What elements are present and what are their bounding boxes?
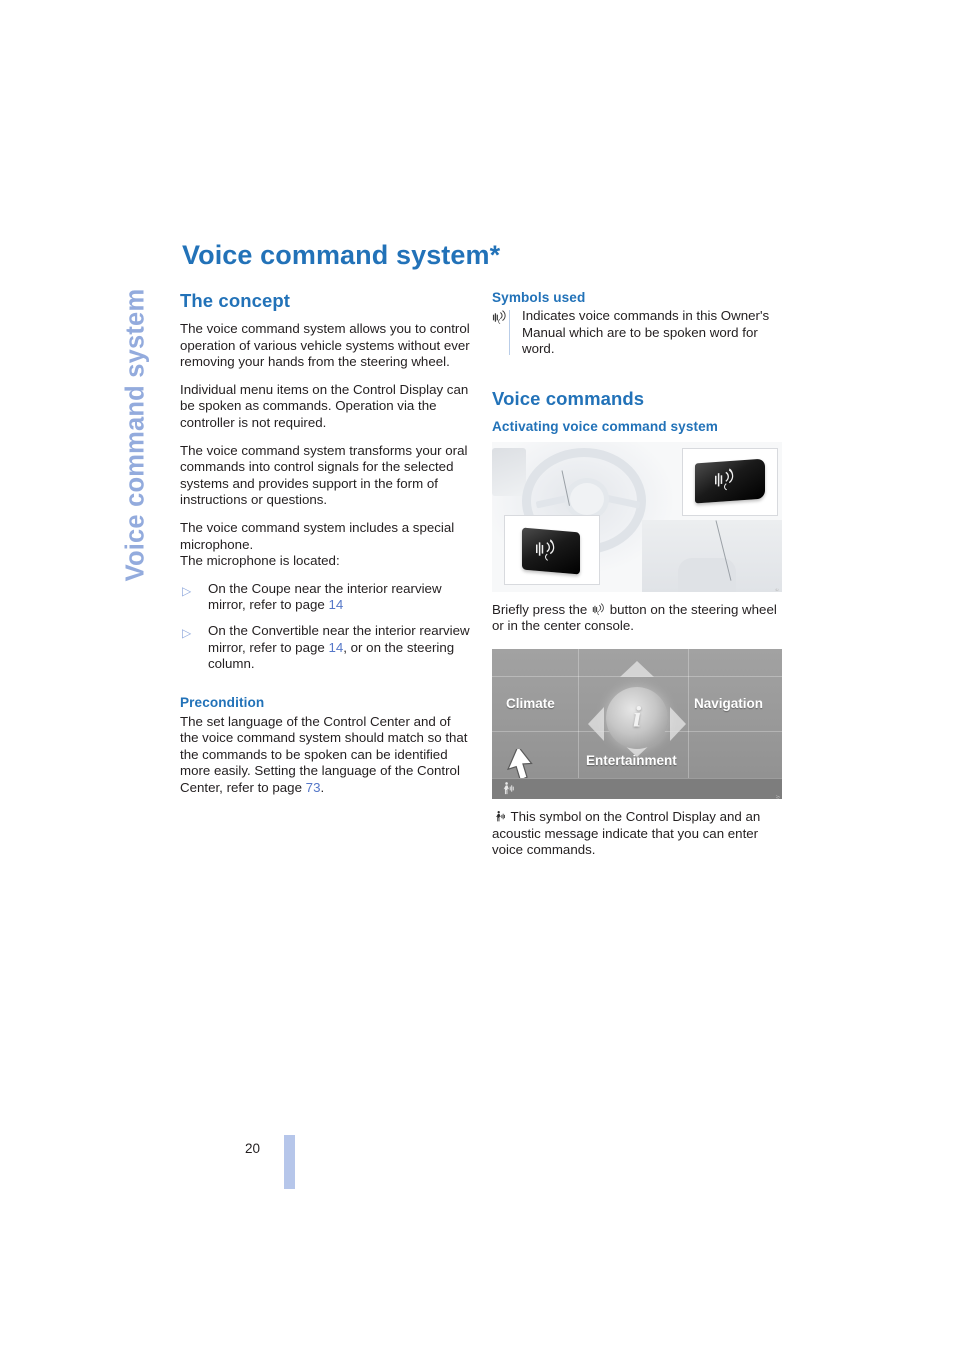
voice-command-button-glyph — [715, 468, 734, 491]
right-column: Symbols used Indicates voice commands in… — [492, 290, 782, 873]
paragraph-microphone-intro: The voice command system includes a spec… — [180, 519, 455, 552]
arrow-up-icon[interactable] — [620, 660, 654, 677]
list-item: ▷ On the Coupe near the interior rearvie… — [180, 581, 470, 614]
page-footer: 20 — [180, 1135, 380, 1215]
section-heading-the-concept: The concept — [180, 290, 291, 311]
menu-item-climate[interactable]: Climate — [506, 696, 555, 711]
note-vertical-rule — [509, 310, 511, 355]
paragraph-concept-1: The voice command system allows you to c… — [180, 321, 470, 370]
inset-voice-command-button-console — [682, 447, 778, 516]
page-reference-link[interactable]: 73 — [306, 780, 321, 795]
caption-press-button-before: Briefly press the — [492, 601, 592, 617]
grid-line — [688, 648, 689, 799]
caption-press-button: Briefly press the button on the steering… — [492, 602, 782, 635]
symbols-used-note: Indicates voice commands in this Owner's… — [492, 308, 782, 358]
symbols-used-text: Indicates voice commands in this Owner's… — [522, 308, 770, 357]
paragraph-precondition: The set language of the Control Center a… — [180, 714, 470, 797]
grid-line — [578, 648, 579, 799]
chapter-side-tab: Voice command system — [112, 270, 160, 600]
figure-credit: wap-steering-wheel-console — [775, 588, 781, 592]
voice-command-button-console[interactable] — [695, 458, 765, 504]
menu-item-navigation[interactable]: Navigation — [694, 696, 763, 711]
section-heading-precondition: Precondition — [180, 694, 265, 710]
steering-wheel-and-console-button-figure: wap-steering-wheel-console — [492, 441, 782, 592]
microphone-location-list: ▷ On the Coupe near the interior rearvie… — [180, 581, 470, 673]
info-i-glyph: i — [632, 700, 642, 734]
page-marker-bar — [284, 1135, 295, 1189]
page-reference-link[interactable]: 14 — [328, 640, 343, 655]
paragraph-concept-2: Individual menu items on the Control Dis… — [180, 381, 469, 430]
voice-command-button-glyph — [536, 539, 555, 561]
arrow-left-icon[interactable] — [588, 706, 604, 741]
triangle-bullet-icon: ▷ — [182, 583, 192, 598]
control-display-status-bar — [492, 777, 782, 799]
caption-control-display-note-text: This symbol on the Control Display and a… — [492, 808, 761, 858]
voice-active-icon — [493, 810, 506, 823]
list-item: ▷ On the Convertible near the interior r… — [180, 623, 470, 673]
page-number: 20 — [244, 1141, 260, 1156]
paragraph-precondition-tail: . — [320, 780, 325, 796]
paragraph-microphone-located: The microphone is located: — [180, 553, 340, 569]
menu-item-entertainment[interactable]: Entertainment — [586, 753, 677, 768]
section-heading-voice-commands: Voice commands — [492, 387, 645, 409]
list-item-text: On the Coupe near the interior rearview … — [208, 580, 442, 613]
page-reference-link[interactable]: 14 — [328, 597, 343, 612]
steering-wheel-hub — [565, 477, 609, 520]
voice-command-button-steering-wheel[interactable] — [522, 527, 580, 575]
voice-command-icon — [592, 603, 605, 616]
section-heading-symbols-used: Symbols used — [492, 290, 586, 305]
caption-control-display-note: This symbol on the Control Display and a… — [492, 809, 782, 859]
dashboard-vent — [492, 447, 526, 496]
arrow-right-icon[interactable] — [670, 706, 686, 741]
paragraph-concept-3: The voice command system transforms your… — [180, 442, 468, 508]
section-heading-activating-voice-command-system: Activating voice command system — [492, 418, 718, 434]
left-column: The concept The voice command system all… — [180, 290, 470, 808]
control-display-center-button[interactable]: i — [606, 686, 668, 749]
figure-credit: bmw-control-display — [775, 795, 781, 799]
voice-active-icon — [500, 781, 515, 796]
chapter-side-tab-label: Voice command system — [121, 288, 150, 582]
voice-command-icon — [492, 310, 507, 325]
control-display-figure: i Climate Navigation Entertainment — [492, 648, 782, 799]
page-title: Voice command system* — [182, 240, 501, 271]
triangle-bullet-icon: ▷ — [182, 625, 192, 640]
inset-voice-command-button-steering-wheel — [504, 514, 600, 585]
